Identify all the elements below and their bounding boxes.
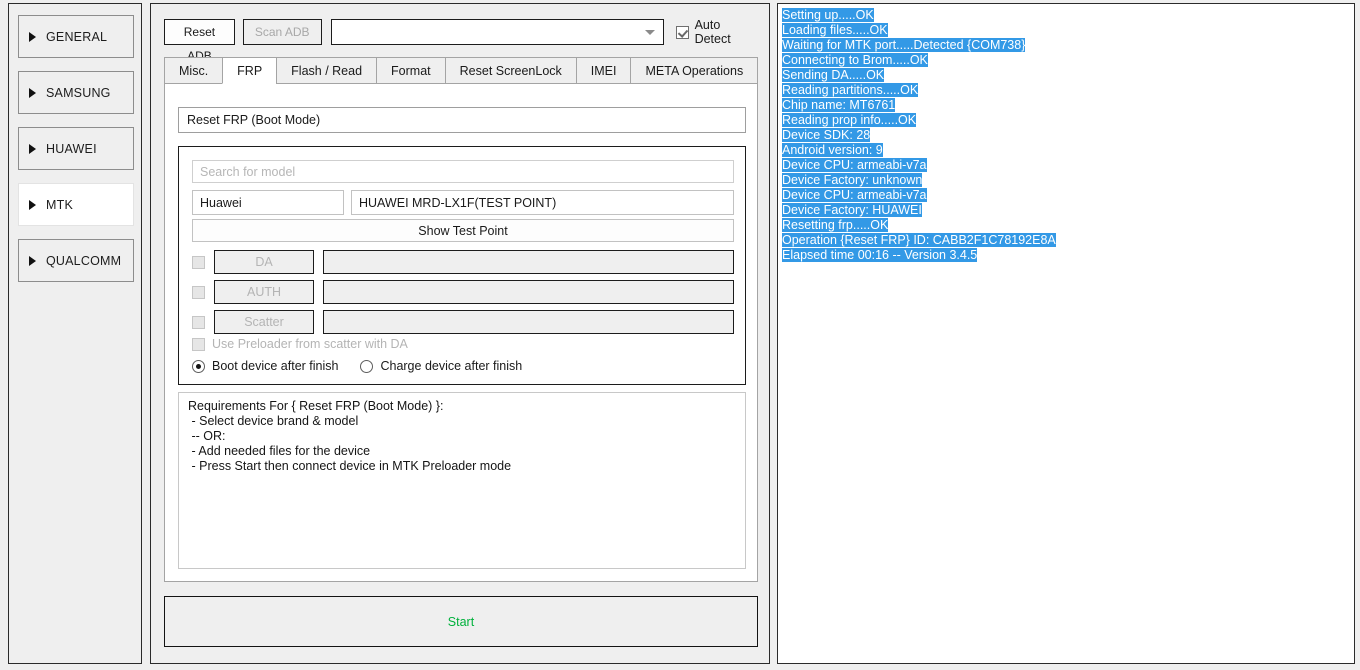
adb-toolbar: Reset ADB Scan ADB Auto Detect [164, 18, 758, 63]
boot-after-finish-label: Boot device after finish [212, 359, 339, 373]
start-button[interactable]: Start [164, 596, 758, 647]
da-path-input[interactable] [323, 250, 734, 274]
operation-select-value: Reset FRP (Boot Mode) [187, 113, 321, 127]
main-panel: Reset ADB Scan ADB Auto Detect Misc. FRP… [150, 3, 770, 664]
frp-tab-panel: Reset FRP (Boot Mode) Huawei HUAWEI MRD-… [164, 84, 758, 582]
auto-detect-checkbox[interactable]: Auto Detect [675, 18, 758, 46]
scatter-file-row: Scatter [192, 310, 734, 334]
tab-misc[interactable]: Misc. [164, 57, 223, 84]
da-checkbox[interactable] [192, 255, 205, 269]
tab-bar: Misc. FRP Flash / Read Format Reset Scre… [164, 57, 759, 85]
log-line: Loading files.....OK [782, 23, 888, 37]
log-line: Device Factory: HUAWEI [782, 203, 922, 217]
tab-flash-read[interactable]: Flash / Read [276, 57, 377, 84]
sidebar-item-general[interactable]: GENERAL [18, 15, 134, 58]
log-line: Reading partitions.....OK [782, 83, 919, 97]
operation-select[interactable]: Reset FRP (Boot Mode) [178, 107, 746, 133]
log-line: Device Factory: unknown [782, 173, 923, 187]
chevron-down-icon [644, 30, 655, 35]
sidebar-item-label: HUAWEI [46, 141, 97, 156]
model-select[interactable]: HUAWEI MRD-LX1F(TEST POINT) [351, 190, 734, 215]
charge-after-finish-label: Charge device after finish [380, 359, 523, 373]
device-selection-group: Huawei HUAWEI MRD-LX1F(TEST POINT) Show … [178, 146, 746, 385]
auth-file-row: AUTH [192, 280, 734, 304]
search-model-input[interactable] [192, 160, 734, 183]
log-line: Elapsed time 00:16 -- Version 3.4.5 [782, 248, 978, 262]
reset-adb-button[interactable]: Reset ADB [164, 19, 235, 63]
show-test-point-button[interactable]: Show Test Point [192, 219, 734, 242]
log-panel[interactable]: Setting up.....OK Loading files.....OK Wai… [777, 3, 1355, 664]
tab-reset-screenlock[interactable]: Reset ScreenLock [444, 57, 576, 84]
auth-checkbox[interactable] [192, 285, 205, 299]
sidebar-item-qualcomm[interactable]: QUALCOMM [18, 239, 134, 282]
requirements-text: Requirements For { Reset FRP (Boot Mode)… [178, 392, 746, 569]
triangle-right-icon [29, 255, 36, 266]
brand-select[interactable]: Huawei [192, 190, 344, 215]
sidebar-item-mtk[interactable]: MTK [18, 183, 134, 226]
auto-detect-label: Auto Detect [694, 18, 731, 46]
tab-format[interactable]: Format [376, 57, 445, 84]
sidebar-item-label: SAMSUNG [46, 85, 111, 100]
scatter-browse-button[interactable]: Scatter [214, 310, 314, 334]
log-line: Sending DA.....OK [782, 68, 885, 82]
log-lines: Setting up.....OK Loading files.....OK Wai… [782, 8, 1351, 263]
sidebar-item-label: GENERAL [46, 29, 108, 44]
log-line: Resetting frp.....OK [782, 218, 889, 232]
brand-select-value: Huawei [200, 195, 242, 210]
log-line: Waiting for MTK port.....Detected {COM73… [782, 38, 1026, 52]
scatter-path-input[interactable] [323, 310, 734, 334]
da-browse-button[interactable]: DA [214, 250, 314, 274]
log-line: Operation {Reset FRP} ID: CABB2F1C78192E… [782, 233, 1056, 247]
triangle-right-icon [29, 199, 36, 210]
log-line: Android version: 9 [782, 143, 883, 157]
auth-browse-button[interactable]: AUTH [214, 280, 314, 304]
log-line: Device SDK: 28 [782, 128, 871, 142]
log-line: Device CPU: armeabi-v7a [782, 158, 927, 172]
sidebar-item-huawei[interactable]: HUAWEI [18, 127, 134, 170]
tab-imei[interactable]: IMEI [575, 57, 631, 84]
scan-adb-button[interactable]: Scan ADB [242, 19, 322, 45]
log-line: Chip name: MT6761 [782, 98, 896, 112]
log-line: Reading prop info.....OK [782, 113, 917, 127]
sidebar-item-samsung[interactable]: SAMSUNG [18, 71, 134, 114]
use-preloader-label: Use Preloader from scatter with DA [212, 337, 408, 351]
log-line: Connecting to Brom.....OK [782, 53, 928, 67]
scatter-checkbox[interactable] [192, 315, 205, 329]
triangle-right-icon [29, 87, 36, 98]
checkmark-icon [675, 25, 689, 39]
triangle-right-icon [29, 31, 36, 42]
sidebar: GENERAL SAMSUNG HUAWEI MTK QUALCOMM [8, 3, 142, 664]
application-window: GENERAL SAMSUNG HUAWEI MTK QUALCOMM Rese… [0, 0, 1360, 670]
model-select-value: HUAWEI MRD-LX1F(TEST POINT) [359, 195, 557, 210]
sidebar-item-label: MTK [46, 197, 73, 212]
charge-after-finish-radio[interactable] [360, 359, 374, 373]
use-preloader-checkbox[interactable]: Use Preloader from scatter with DA [192, 337, 408, 351]
device-select[interactable] [330, 19, 664, 45]
log-line: Setting up.....OK [782, 8, 874, 22]
log-line: Device CPU: armeabi-v7a [782, 188, 927, 202]
da-file-row: DA [192, 250, 734, 274]
after-finish-radio-group: Boot device after finish Charge device a… [192, 359, 522, 373]
checkbox-icon [192, 337, 205, 351]
auth-path-input[interactable] [323, 280, 734, 304]
tab-frp[interactable]: FRP [222, 57, 277, 84]
sidebar-item-label: QUALCOMM [46, 253, 122, 268]
tab-meta-operations[interactable]: META Operations [630, 57, 759, 84]
triangle-right-icon [29, 143, 36, 154]
boot-after-finish-radio[interactable] [192, 359, 205, 373]
